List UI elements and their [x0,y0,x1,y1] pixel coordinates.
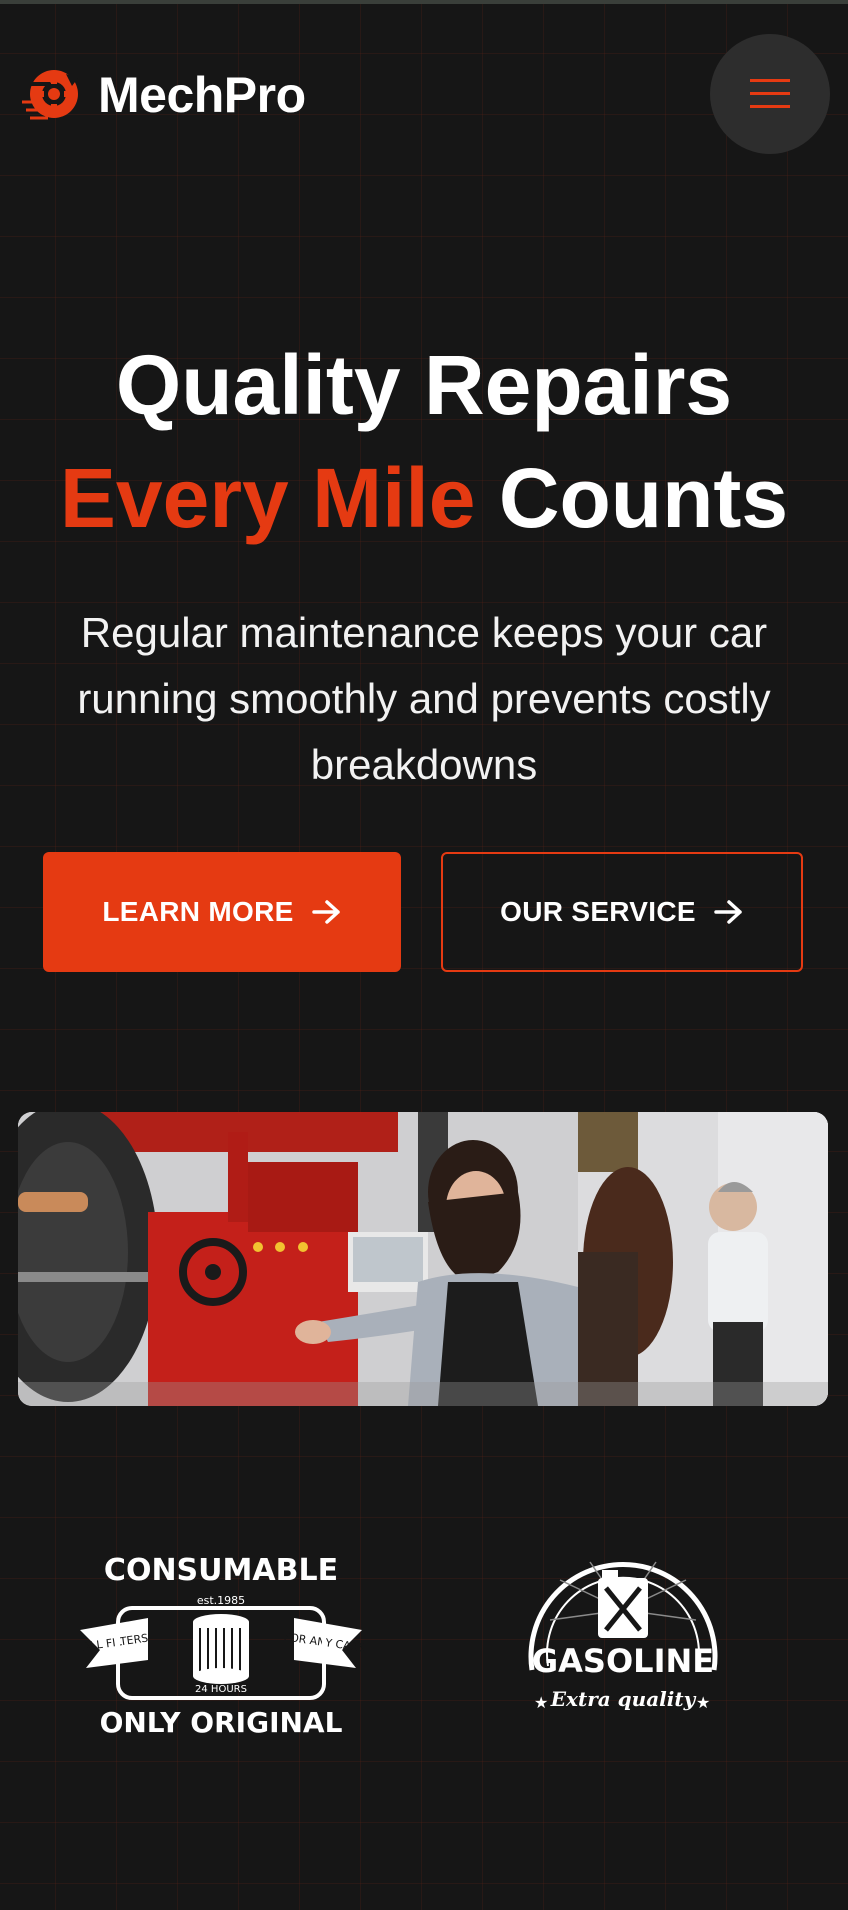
hero-title-accent: Every Mile [59,451,476,545]
hero-title-rest: Counts [498,451,789,545]
menu-button[interactable] [710,34,830,154]
consumable-badge-logo: CONSUMABLE est.1985 ALL FILTERS FOR ANY … [80,1553,366,1739]
hero-title-line1: Quality Repairs [115,338,733,432]
hero-title-line2: Every Mile Counts [0,440,848,556]
learn-more-button[interactable]: LEARN MORE [43,852,401,972]
site-header: MechPro [0,30,848,160]
consumable-est-text: est.1985 [197,1594,245,1607]
page: MechPro Quality Repairs Every Mile Count… [0,0,848,1910]
arrow-right-icon [311,900,340,924]
jerrycan-icon [598,1570,648,1638]
workshop-photo-illustration [18,1112,828,1406]
gasoline-tagline: Extra quality [550,1687,697,1711]
learn-more-label: LEARN MORE [102,896,294,927]
hero-title: Quality Repairs Every Mile Counts [0,330,848,556]
gear-wheel-logo-icon [22,70,78,120]
consumable-top-text: CONSUMABLE [104,1553,338,1588]
consumable-bottom-text: ONLY ORIGINAL [100,1706,343,1739]
consumable-badge: CONSUMABLE est.1985 ALL FILTERS FOR ANY … [78,1540,366,1750]
gasoline-badge: GASOLINE ★ Extra quality ★ [520,1540,726,1740]
gasoline-title: GASOLINE [532,1642,714,1680]
brand-name: MechPro [98,67,306,123]
workshop-photo [18,1112,828,1406]
hero-subtitle: Regular maintenance keeps your car runni… [77,609,771,788]
svg-text:★: ★ [696,1693,710,1712]
logo[interactable]: MechPro [20,64,306,126]
hamburger-menu-icon [750,79,790,109]
our-service-button[interactable]: OUR SERVICE [441,852,803,972]
our-service-label: OUR SERVICE [500,896,696,927]
consumable-hours-text: 24 HOURS [195,1684,247,1695]
svg-text:★: ★ [534,1693,548,1712]
gasoline-badge-logo: GASOLINE ★ Extra quality ★ [528,1561,718,1712]
top-divider [0,0,848,4]
arrow-right-icon [714,900,742,924]
